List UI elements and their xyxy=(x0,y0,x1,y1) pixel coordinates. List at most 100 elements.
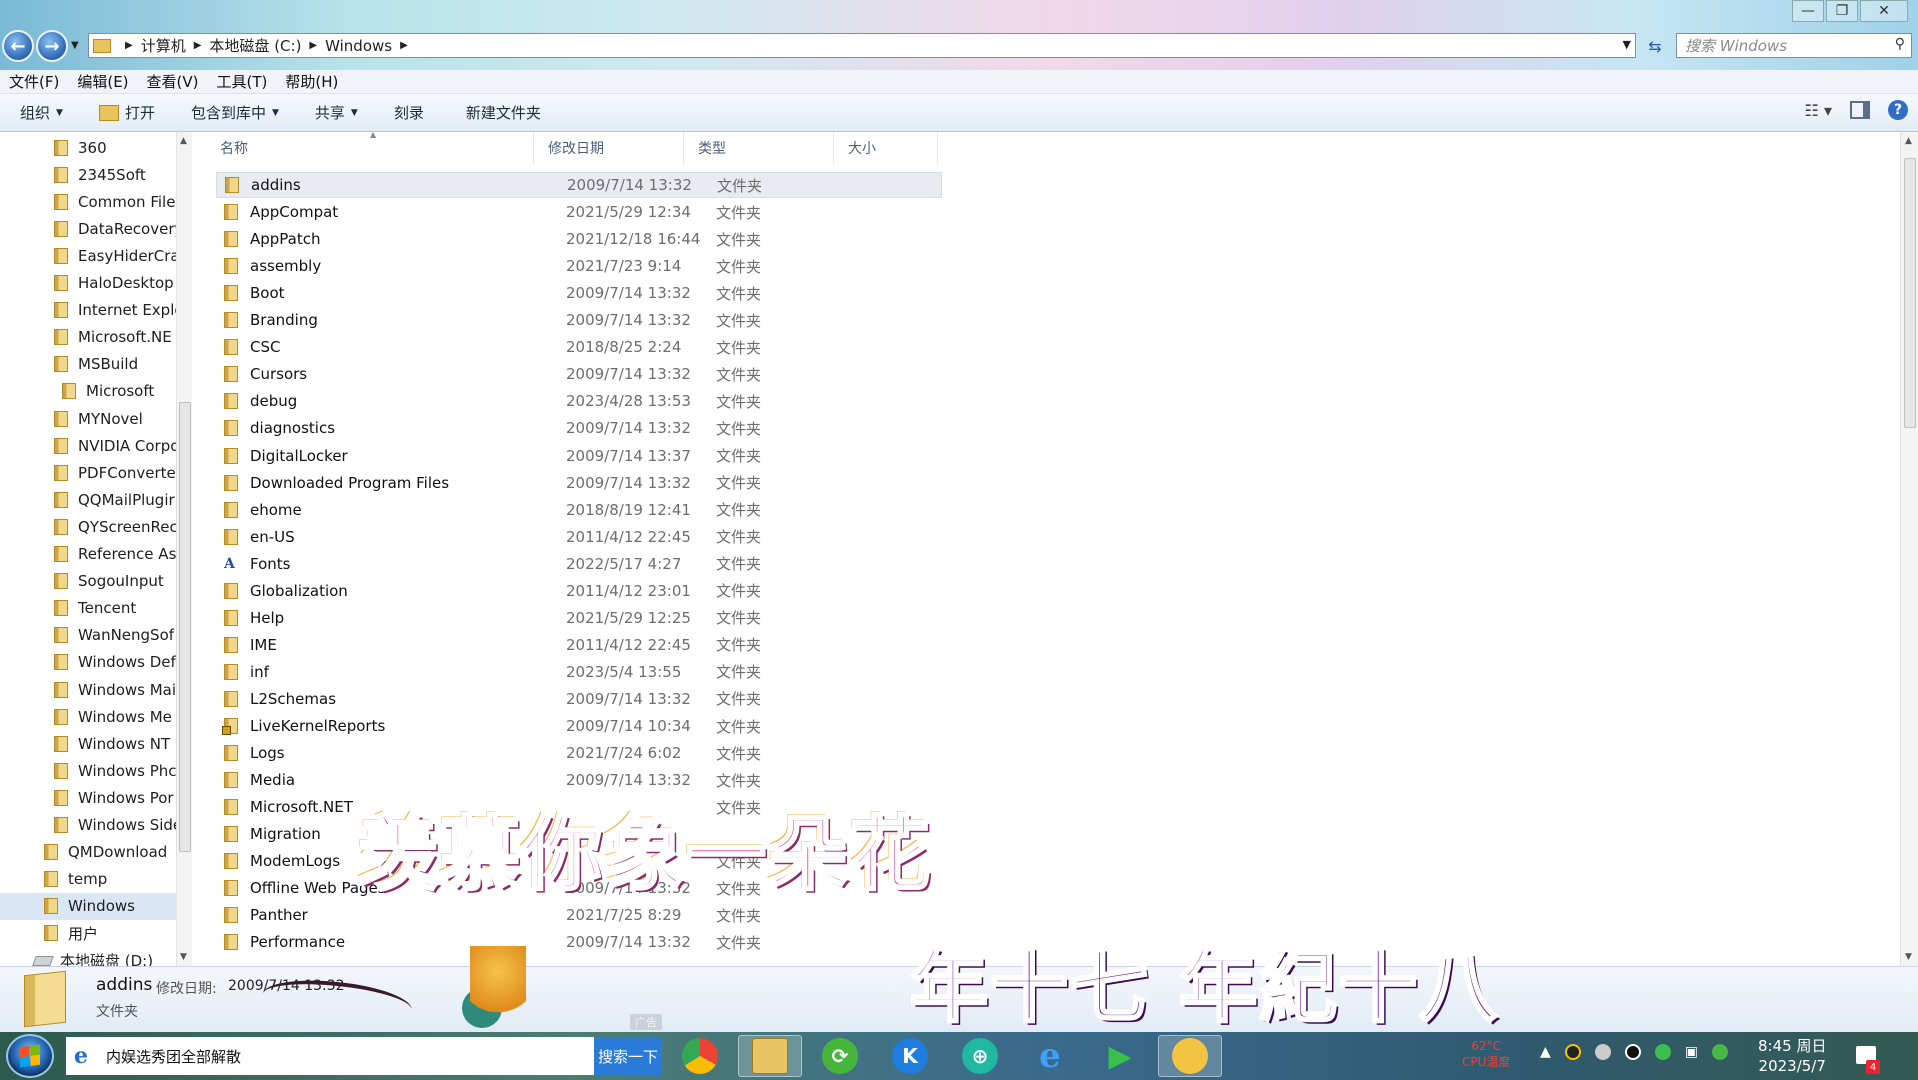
nav-item[interactable]: MYNovel xyxy=(54,405,143,432)
nav-item[interactable]: 用户 xyxy=(44,920,98,947)
nav-item[interactable]: temp xyxy=(44,866,107,893)
nav-item[interactable]: MSBuild xyxy=(54,351,138,378)
nav-item[interactable]: Windows Phc xyxy=(54,757,177,784)
file-row[interactable]: AppCompat 2021/5/29 12:34 文件夹 xyxy=(216,199,942,225)
change-view-icon[interactable]: ☷ ▾ xyxy=(1805,101,1832,120)
file-row[interactable]: A Fonts 2022/5/17 4:27 文件夹 xyxy=(216,551,942,577)
breadcrumb-drive-c[interactable]: 本地磁盘 (C:) xyxy=(209,35,301,56)
nav-item[interactable]: Windows Def xyxy=(54,649,176,676)
forward-button[interactable]: → xyxy=(36,30,68,62)
nav-item[interactable]: QQMailPlugir xyxy=(54,486,175,513)
nav-item[interactable]: Microsoft.NE xyxy=(54,324,172,351)
nav-item[interactable]: EasyHiderCra xyxy=(54,242,180,269)
file-row[interactable]: Boot 2009/7/14 13:32 文件夹 xyxy=(216,280,942,306)
file-row[interactable]: assembly 2021/7/23 9:14 文件夹 xyxy=(216,253,942,279)
scrollbar-thumb[interactable] xyxy=(1904,158,1916,428)
network-icon[interactable]: ▣ xyxy=(1685,1044,1698,1060)
scrollbar-thumb[interactable] xyxy=(179,402,191,852)
share-button[interactable]: 共享 ▼ xyxy=(293,102,372,123)
breadcrumb-separator[interactable]: ▶ xyxy=(400,40,408,51)
column-header-size[interactable]: 大小 xyxy=(834,132,938,164)
column-header-type[interactable]: 类型 xyxy=(684,132,834,164)
help-icon[interactable]: ? xyxy=(1888,100,1908,120)
file-row[interactable]: Logs 2021/7/24 6:02 文件夹 xyxy=(216,740,942,766)
update-icon[interactable] xyxy=(1712,1044,1729,1060)
taskbar-app-browser[interactable]: ⊕ xyxy=(948,1035,1012,1077)
menu-help[interactable]: 帮助(H) xyxy=(276,71,347,92)
cpu-temperature[interactable]: 62°C CPU温度 xyxy=(1462,1038,1510,1070)
nav-item[interactable]: 本地磁盘 (D:) xyxy=(32,947,153,966)
taskbar-search-input[interactable]: e 内娱选秀团全部解散 xyxy=(66,1037,594,1075)
file-list-scrollbar[interactable]: ▲ ▼ xyxy=(1900,132,1918,966)
nav-item[interactable]: Windows Side xyxy=(54,812,182,839)
scroll-up-icon[interactable]: ▲ xyxy=(1905,136,1912,146)
taskbar-search-button[interactable]: 搜索一下 xyxy=(594,1037,662,1075)
qq-icon[interactable] xyxy=(1624,1044,1641,1060)
column-header-date[interactable]: 修改日期 xyxy=(534,132,684,164)
menu-edit[interactable]: 编辑(E) xyxy=(68,71,137,92)
back-button[interactable]: ← xyxy=(2,30,34,62)
file-row[interactable]: Globalization 2011/4/12 23:01 文件夹 xyxy=(216,578,942,604)
nav-item[interactable]: Internet Explo xyxy=(54,297,184,324)
qq-icon[interactable] xyxy=(1564,1044,1581,1060)
file-row[interactable]: IME 2011/4/12 22:45 文件夹 xyxy=(216,632,942,658)
file-row[interactable]: Panther 2021/7/25 8:29 文件夹 xyxy=(216,902,942,928)
file-row[interactable]: Cursors 2009/7/14 13:32 文件夹 xyxy=(216,361,942,387)
file-row[interactable]: Help 2021/5/29 12:25 文件夹 xyxy=(216,605,942,631)
organize-button[interactable]: 组织 ▼ xyxy=(0,102,77,123)
nav-item[interactable]: SogouInput xyxy=(54,568,164,595)
file-row[interactable]: L2Schemas 2009/7/14 13:32 文件夹 xyxy=(216,686,942,712)
nav-item[interactable]: 360 xyxy=(54,134,107,161)
address-dropdown-icon[interactable]: ▼ xyxy=(1623,38,1631,51)
file-row[interactable]: ehome 2018/8/19 12:41 文件夹 xyxy=(216,497,942,523)
menu-file[interactable]: 文件(F) xyxy=(0,71,68,92)
open-button[interactable]: 打开 xyxy=(77,102,169,123)
taskbar-app-ie[interactable]: e xyxy=(1018,1035,1082,1077)
nav-item[interactable]: Windows NT xyxy=(54,730,170,757)
nav-item[interactable]: NVIDIA Corpo xyxy=(54,432,179,459)
nav-item[interactable]: Windows Me xyxy=(54,703,172,730)
refresh-button[interactable]: ⇆ xyxy=(1642,34,1668,58)
column-header-name[interactable]: 名称 xyxy=(206,132,534,164)
file-row[interactable]: Branding 2009/7/14 13:32 文件夹 xyxy=(216,307,942,333)
nav-item[interactable]: HaloDesktop xyxy=(54,270,174,297)
file-row[interactable]: debug 2023/4/28 13:53 文件夹 xyxy=(216,388,942,414)
nav-item[interactable]: 2345Soft xyxy=(54,161,146,188)
file-row[interactable]: CSC 2018/8/25 2:24 文件夹 xyxy=(216,334,942,360)
nav-item[interactable]: DataRecovery xyxy=(54,215,183,242)
scroll-down-icon[interactable]: ▼ xyxy=(180,952,187,962)
file-row[interactable]: diagnostics 2009/7/14 13:32 文件夹 xyxy=(216,415,942,441)
nav-item[interactable]: Windows Mai xyxy=(54,676,176,703)
file-row[interactable]: LiveKernelReports 2009/7/14 10:34 文件夹 xyxy=(216,713,942,739)
nav-item[interactable]: Reference As xyxy=(54,541,176,568)
new-folder-button[interactable]: 新建文件夹 xyxy=(438,102,555,123)
breadcrumb-computer[interactable]: 计算机 xyxy=(141,35,186,56)
burn-button[interactable]: 刻录 xyxy=(372,102,438,123)
taskbar-app-kugou[interactable]: K xyxy=(878,1035,942,1077)
nav-item[interactable]: Windows xyxy=(0,892,176,920)
file-row[interactable]: DigitalLocker 2009/7/14 13:37 文件夹 xyxy=(216,443,942,469)
include-in-library-button[interactable]: 包含到库中 ▼ xyxy=(169,102,293,123)
security-icon[interactable] xyxy=(1654,1044,1671,1060)
menu-tools[interactable]: 工具(T) xyxy=(208,71,277,92)
file-row[interactable]: AppPatch 2021/12/18 16:44 文件夹 xyxy=(216,226,942,252)
menu-view[interactable]: 查看(V) xyxy=(138,71,208,92)
taskbar-app-chrome[interactable] xyxy=(668,1035,732,1077)
clock[interactable]: 8:45 周日 2023/5/7 xyxy=(1758,1036,1826,1076)
maximize-button[interactable]: ❐ xyxy=(1826,0,1858,22)
nav-item[interactable]: PDFConverte xyxy=(54,459,176,486)
breadcrumb-separator[interactable]: ▶ xyxy=(309,40,317,51)
nav-item[interactable]: Windows Por xyxy=(54,784,174,811)
breadcrumb-separator[interactable]: ▶ xyxy=(125,40,133,51)
file-row[interactable]: addins 2009/7/14 13:32 文件夹 xyxy=(216,172,942,198)
taskbar-app-explorer[interactable] xyxy=(738,1035,802,1077)
file-row[interactable]: Downloaded Program Files 2009/7/14 13:32 文… xyxy=(216,470,942,496)
start-button[interactable] xyxy=(6,1034,54,1078)
nav-item[interactable]: QMDownload xyxy=(44,839,167,866)
recent-pages-dropdown[interactable]: ▼ xyxy=(71,40,79,51)
preview-pane-icon[interactable] xyxy=(1850,101,1870,119)
nav-item[interactable]: Common File xyxy=(54,188,175,215)
taskbar-app-video[interactable]: ▶ xyxy=(1088,1035,1152,1077)
taskbar-app-360[interactable]: ⟳ xyxy=(808,1035,872,1077)
scroll-up-icon[interactable]: ▲ xyxy=(180,136,187,146)
